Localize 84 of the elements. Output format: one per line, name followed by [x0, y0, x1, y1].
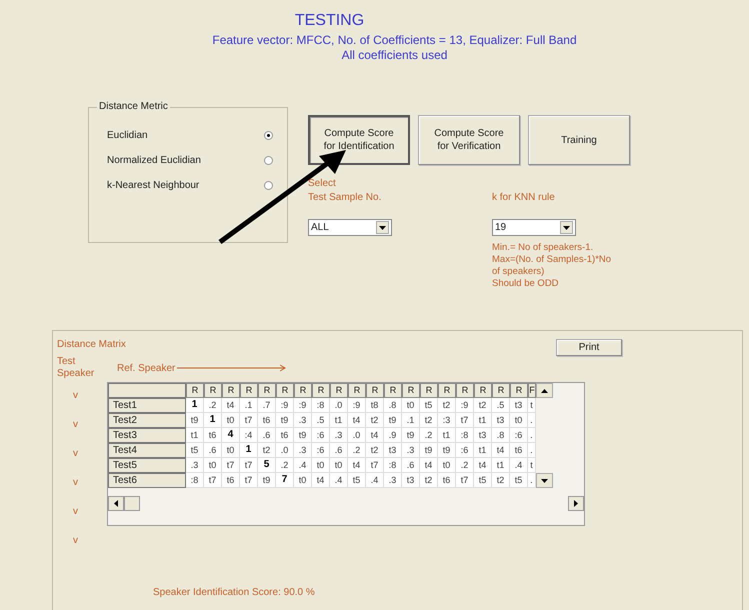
table-cell: t6: [222, 473, 240, 488]
note-text: of speakers): [492, 266, 546, 278]
column-header: R: [474, 383, 492, 398]
column-header: R: [312, 383, 330, 398]
note-text: Should be ODD: [492, 278, 560, 290]
note-text: Min.= No of speakers-1.: [492, 242, 594, 254]
action-button[interactable]: Compute Score for Identification: [308, 115, 410, 165]
subtitle-text: Feature vector: MFCC, No. of Coefficients = 13, Equalizer: Full Band: [212, 33, 577, 48]
screen-title: TESTING: [294, 12, 364, 30]
scroll-left-icon[interactable]: [108, 496, 124, 511]
table-cell: t9: [258, 473, 276, 488]
column-header: R: [222, 383, 240, 398]
panel-title: Distance Matrix: [57, 339, 126, 350]
column-header: R: [384, 383, 402, 398]
axis-label: Ref. Speaker: [117, 362, 176, 374]
column-header: F: [528, 383, 536, 398]
scroll-up-icon[interactable]: [536, 383, 553, 398]
row-header: Test2: [108, 413, 186, 428]
scroll-thumb[interactable]: [124, 496, 140, 511]
scroll-down-icon[interactable]: [536, 473, 553, 488]
scroll-right-icon[interactable]: [568, 496, 584, 511]
table-cell: t3: [402, 473, 420, 488]
table-cell: t6: [438, 473, 456, 488]
column-header: R: [348, 383, 366, 398]
marker-text: v: [73, 477, 79, 489]
table-cell: t7: [240, 473, 258, 488]
action-button[interactable]: Training: [528, 115, 630, 165]
action-button[interactable]: Compute Score for Verification: [418, 115, 520, 165]
column-header: R: [420, 383, 438, 398]
column-header: R: [492, 383, 510, 398]
table-cell: t2: [492, 473, 510, 488]
table-cell: t5: [474, 473, 492, 488]
option-label: Normalized Euclidian: [107, 155, 201, 166]
option-label: Euclidian: [107, 130, 148, 141]
column-header: R: [294, 383, 312, 398]
column-header: R: [366, 383, 384, 398]
column-header: R: [186, 383, 204, 398]
marker-text: v: [73, 448, 79, 460]
table-cell: t7: [204, 473, 222, 488]
table-cell: 7: [276, 473, 294, 488]
row-header: Test5: [108, 458, 186, 473]
column-header: R: [276, 383, 294, 398]
marker-text: v: [73, 535, 79, 547]
marker-text: v: [73, 506, 79, 518]
marker-text: v: [73, 419, 79, 431]
table-cell: .3: [384, 473, 402, 488]
column-header: R: [330, 383, 348, 398]
group-title: Distance Metric: [97, 101, 170, 112]
column-header: R: [510, 383, 528, 398]
print-button[interactable]: Print: [556, 339, 622, 356]
table-cell: t5: [510, 473, 528, 488]
table-cell: t5: [348, 473, 366, 488]
axis-label: Test: [57, 356, 76, 368]
table-cell: .4: [330, 473, 348, 488]
column-header: R: [438, 383, 456, 398]
column-header: R: [258, 383, 276, 398]
test-sample-dropdown[interactable]: ALL: [308, 219, 392, 236]
table-cell: t7: [456, 473, 474, 488]
row-header: Test6: [108, 473, 186, 488]
table-cell: t0: [294, 473, 312, 488]
marker-text: v: [73, 390, 79, 402]
note-text: Max=(No. of Samples-1)*No: [492, 254, 612, 266]
radio-button[interactable]: [264, 181, 273, 190]
row-header: Test4: [108, 443, 186, 458]
table-cell: t2: [420, 473, 438, 488]
axis-label: Speaker: [57, 368, 95, 380]
table-cell: .4: [366, 473, 384, 488]
caption-text: Select: [308, 177, 337, 191]
column-header: R: [240, 383, 258, 398]
field-label: k for KNN rule: [492, 191, 556, 205]
column-header: R: [456, 383, 474, 398]
column-header: R: [204, 383, 222, 398]
option-label: k-Nearest Neighbour: [107, 180, 200, 191]
field-label: Test Sample No.: [308, 191, 382, 205]
score-text: Speaker Identification Score: 90.0 %: [153, 587, 315, 598]
row-header: Test3: [108, 428, 186, 443]
table-cell: t4: [312, 473, 330, 488]
radio-button[interactable]: [264, 131, 273, 140]
subtitle-text: All coefficients used: [342, 48, 448, 63]
column-header: R: [402, 383, 420, 398]
radio-button[interactable]: [264, 156, 273, 165]
knn-dropdown[interactable]: 19: [492, 219, 576, 236]
table-cell: :8: [186, 473, 204, 488]
row-header: Test1: [108, 398, 186, 413]
